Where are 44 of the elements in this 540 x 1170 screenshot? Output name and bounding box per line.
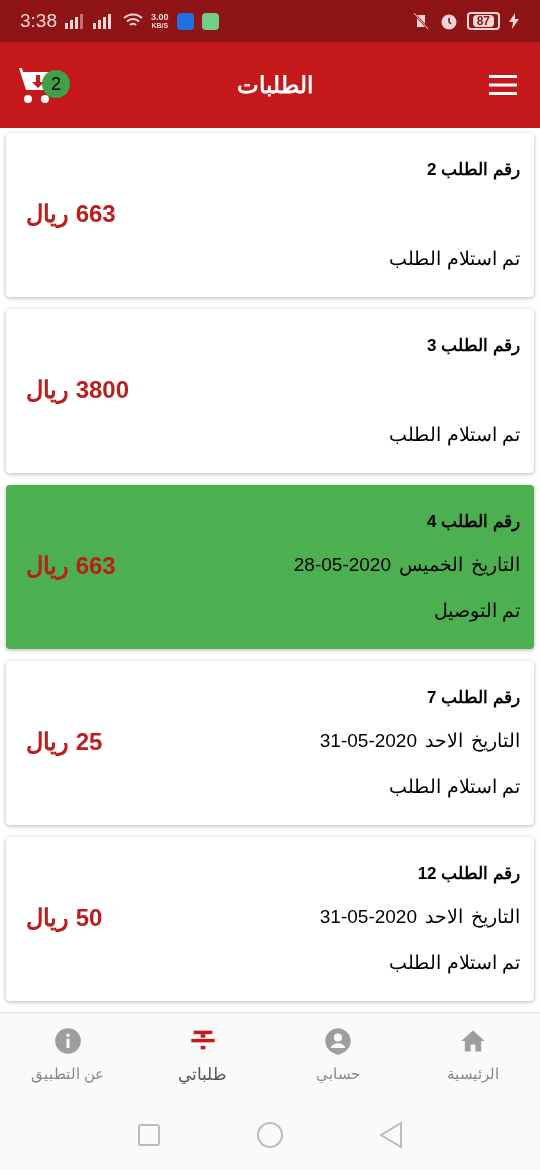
mute-icon (410, 11, 431, 31)
app-icon (176, 12, 194, 30)
order-day: الخميس (399, 551, 463, 580)
charging-icon (508, 13, 520, 29)
cart-button[interactable]: 2 (12, 60, 72, 110)
order-number: رقم الطلب 7 (427, 687, 520, 710)
order-status: تم استلام الطلب (389, 246, 520, 272)
order-card[interactable]: رقم الطلب 2 663 ريال تم استلام الطلب (6, 133, 534, 297)
order-status: تم استلام الطلب (389, 774, 520, 800)
order-price: 50 ريال (26, 902, 103, 935)
date-label: التاريخ (471, 729, 520, 754)
order-number: رقم الطلب 2 (427, 159, 520, 182)
order-price: 663 ريال (26, 550, 116, 583)
back-icon[interactable] (378, 1121, 403, 1149)
order-day: الاحد (425, 727, 463, 756)
cart-count-badge: 2 (42, 70, 70, 98)
order-day: الاحد (425, 903, 463, 932)
speed-text: 3.00 (151, 13, 169, 22)
order-price: 3800 ريال (26, 374, 130, 407)
order-price: 25 ريال (26, 726, 103, 759)
info-icon (53, 1027, 82, 1056)
order-card[interactable]: رقم الطلب 3 3800 ريال تم استلام الطلب (6, 309, 534, 473)
order-number: رقم الطلب 12 (417, 863, 520, 886)
nav-tab[interactable]: طلباتي (135, 1025, 270, 1088)
menu-icon (489, 73, 517, 97)
clock-text: 3:38 (20, 8, 57, 33)
order-date: 31-05-2020 (319, 729, 417, 754)
nav-tab[interactable]: عن التطبيق (0, 1027, 135, 1086)
order-number: رقم الطلب 4 (427, 511, 520, 534)
account-icon (323, 1027, 352, 1056)
battery-icon: 87 (466, 12, 500, 30)
order-number: رقم الطلب 3 (427, 335, 520, 358)
date-label: التاريخ (471, 553, 520, 578)
app-icon (201, 12, 219, 30)
order-date: 28-05-2020 (293, 553, 391, 578)
order-date: 31-05-2020 (319, 905, 417, 930)
order-status: تم التوصيل (433, 598, 520, 624)
page-title: الطلبات (237, 70, 313, 100)
order-price: 663 ريال (26, 198, 116, 231)
order-status: تم استلام الطلب (389, 422, 520, 448)
circle-icon[interactable] (256, 1121, 284, 1149)
order-status: تم استلام الطلب (389, 950, 520, 976)
date-label: التاريخ (471, 905, 520, 930)
square-icon[interactable] (137, 1123, 162, 1147)
